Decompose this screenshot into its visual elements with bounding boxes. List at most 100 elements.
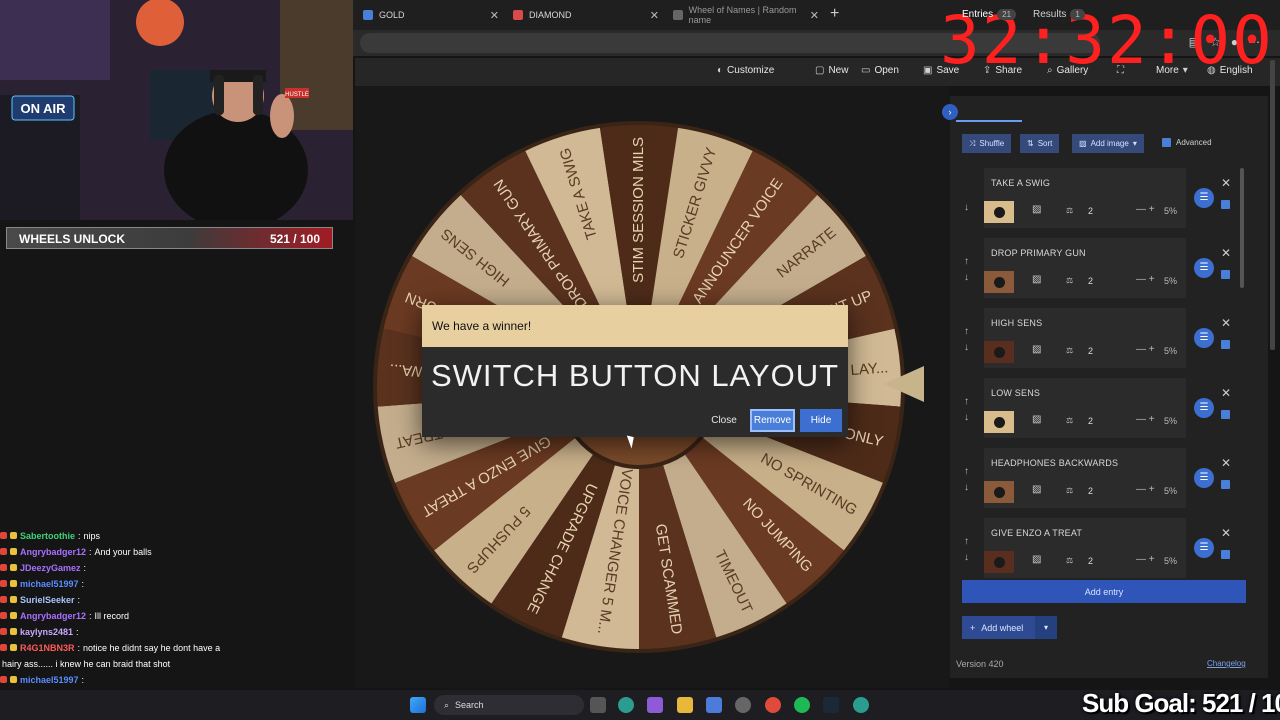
chat-username[interactable]: R4G1NBN3R [20,640,75,656]
chat-username[interactable]: Angrybadger12 [20,544,86,560]
add-entry-button[interactable]: Add entry [962,580,1246,603]
chat-username[interactable]: kaylyns2481 [20,624,73,640]
entry-settings-icon[interactable]: ☰ [1194,258,1214,278]
remove-entry-icon[interactable]: ✕ [1221,386,1231,400]
reorder-arrows-icon[interactable]: ↑ ↓ [964,534,969,566]
weight-stepper[interactable]: — + [1136,554,1155,565]
chat-username[interactable]: michael51997 [20,672,79,688]
entry-weight[interactable]: 2 [1088,486,1093,496]
entry-row[interactable]: ↑ ↓ DROP PRIMARY GUN ▨ ⚖ 2 — + 5% ☰ ✕ [958,236,1244,302]
remove-entry-icon[interactable]: ✕ [1221,316,1231,330]
edge-active-icon[interactable] [853,697,869,713]
chrome-icon[interactable] [765,697,781,713]
entry-enabled-checkbox[interactable] [1221,550,1230,559]
new-tab-icon[interactable]: + [830,5,839,23]
entry-row[interactable]: ↑ ↓ HIGH SENS ▨ ⚖ 2 — + 5% ☰ ✕ [958,306,1244,372]
add-image-button[interactable]: ▨ Add image ▾ [1072,134,1144,153]
add-wheel-button[interactable]: + Add wheel ▾ [962,616,1057,639]
remove-entry-icon[interactable]: ✕ [1221,246,1231,260]
entry-name[interactable]: HEADPHONES BACKWARDS [991,458,1118,468]
close-tab-icon[interactable]: ✕ [490,9,499,22]
entry-name[interactable]: LOW SENS [991,388,1040,398]
entry-color-swatch[interactable] [984,481,1014,503]
sort-button[interactable]: ⇅ Sort [1020,134,1060,153]
entry-name[interactable]: GIVE ENZO A TREAT [991,528,1082,538]
open-button[interactable]: ▭ Open [861,65,899,76]
entry-enabled-checkbox[interactable] [1221,340,1230,349]
entry-settings-icon[interactable]: ☰ [1194,538,1214,558]
entry-weight[interactable]: 2 [1088,346,1093,356]
reorder-arrows-icon[interactable]: ↓ [964,184,969,216]
edge-icon[interactable] [618,697,634,713]
copilot-icon[interactable] [647,697,663,713]
image-icon[interactable]: ▨ [1032,274,1041,285]
chat-username[interactable]: JDeezyGamez [20,560,81,576]
start-icon[interactable] [410,697,426,713]
chat-username[interactable]: Angrybadger12 [20,608,86,624]
remove-entry-icon[interactable]: ✕ [1221,176,1231,190]
reorder-arrows-icon[interactable]: ↑ ↓ [964,324,969,356]
entry-weight[interactable]: 2 [1088,416,1093,426]
task-view-icon[interactable] [590,697,606,713]
remove-entry-icon[interactable]: ✕ [1221,456,1231,470]
entry-settings-icon[interactable]: ☰ [1194,328,1214,348]
image-icon[interactable]: ▨ [1032,204,1041,215]
weight-stepper[interactable]: — + [1136,414,1155,425]
entry-enabled-checkbox[interactable] [1221,200,1230,209]
close-button[interactable]: Close [706,409,742,432]
entry-settings-icon[interactable]: ☰ [1194,188,1214,208]
chat-username[interactable]: Sabertoothie [20,528,75,544]
xbox-icon[interactable] [735,697,751,713]
chat-username[interactable]: SurielSeeker [20,592,75,608]
tab-gold[interactable]: GOLD ✕ [355,4,505,26]
tab-entries[interactable]: Entries 21 [962,9,1017,20]
entries-scrollbar[interactable] [1240,168,1244,288]
tab-results[interactable]: Results 1 [1033,9,1085,20]
steam-icon[interactable] [823,697,839,713]
image-icon[interactable]: ▨ [1032,414,1041,425]
entry-color-swatch[interactable] [984,411,1014,433]
chat-username[interactable]: michael51997 [20,576,79,592]
caret-down-icon[interactable]: ▾ [1035,616,1057,639]
entry-color-swatch[interactable] [984,271,1014,293]
image-icon[interactable]: ▨ [1032,484,1041,495]
entry-weight[interactable]: 2 [1088,206,1093,216]
customize-button[interactable]: ◐ Customize [717,65,774,76]
page-scrollbar[interactable] [1270,60,1275,350]
weight-stepper[interactable]: — + [1136,274,1155,285]
entry-settings-icon[interactable]: ☰ [1194,468,1214,488]
weight-stepper[interactable]: — + [1136,344,1155,355]
store-icon[interactable] [706,697,722,713]
remove-button[interactable]: Remove [750,409,795,432]
image-icon[interactable]: ▨ [1032,554,1041,565]
tab-diamond[interactable]: DIAMOND ✕ [505,4,665,26]
entry-enabled-checkbox[interactable] [1221,270,1230,279]
collapse-panel-icon[interactable]: › [942,104,958,120]
entry-enabled-checkbox[interactable] [1221,480,1230,489]
entry-settings-icon[interactable]: ☰ [1194,398,1214,418]
entry-enabled-checkbox[interactable] [1221,410,1230,419]
hide-button[interactable]: Hide [800,409,842,432]
entry-weight[interactable]: 2 [1088,556,1093,566]
taskbar-search[interactable]: ⌕ Search [434,695,584,715]
tab-wheel-of-names[interactable]: Wheel of Names | Random name ✕ [665,4,825,26]
entry-name[interactable]: HIGH SENS [991,318,1042,328]
advanced-checkbox[interactable] [1162,138,1171,147]
file-explorer-icon[interactable] [677,697,693,713]
reorder-arrows-icon[interactable]: ↑ ↓ [964,394,969,426]
entry-row[interactable]: ↑ ↓ LOW SENS ▨ ⚖ 2 — + 5% ☰ ✕ [958,376,1244,442]
entry-name[interactable]: DROP PRIMARY GUN [991,248,1086,258]
advanced-toggle[interactable]: Advanced [1162,138,1212,147]
close-tab-icon[interactable]: ✕ [650,9,659,22]
remove-entry-icon[interactable]: ✕ [1221,526,1231,540]
shuffle-button[interactable]: ⤨ Shuffle [962,134,1012,153]
entry-color-swatch[interactable] [984,201,1014,223]
entry-row[interactable]: ↑ ↓ GIVE ENZO A TREAT ▨ ⚖ 2 — + 5% ☰ ✕ [958,516,1244,582]
image-icon[interactable]: ▨ [1032,344,1041,355]
spotify-icon[interactable] [794,697,810,713]
entry-color-swatch[interactable] [984,341,1014,363]
entry-name[interactable]: TAKE A SWIG [991,178,1050,188]
reorder-arrows-icon[interactable]: ↑ ↓ [964,464,969,496]
entry-weight[interactable]: 2 [1088,276,1093,286]
new-button[interactable]: ▢ New [815,65,848,76]
